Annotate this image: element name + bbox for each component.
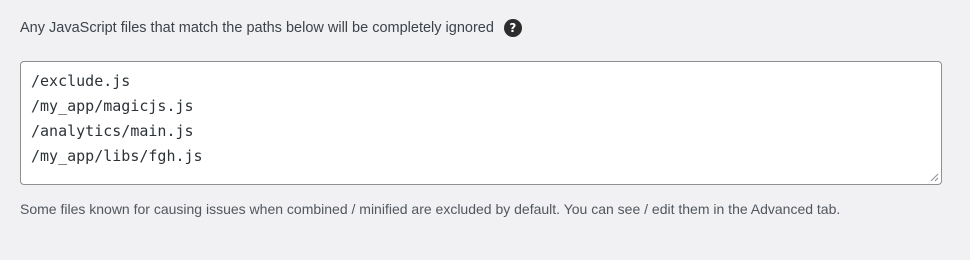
description-row: Any JavaScript files that match the path… xyxy=(20,17,522,39)
js-exclusion-settings: Any JavaScript files that match the path… xyxy=(0,0,970,260)
resize-handle-icon[interactable] xyxy=(929,172,939,182)
default-exclusions-note: Some files known for causing issues when… xyxy=(20,201,841,217)
exclude-paths-field xyxy=(20,61,942,185)
exclude-paths-textarea[interactable] xyxy=(21,62,941,184)
description-text: Any JavaScript files that match the path… xyxy=(20,20,494,36)
question-circle-icon[interactable]: ? xyxy=(503,19,522,37)
